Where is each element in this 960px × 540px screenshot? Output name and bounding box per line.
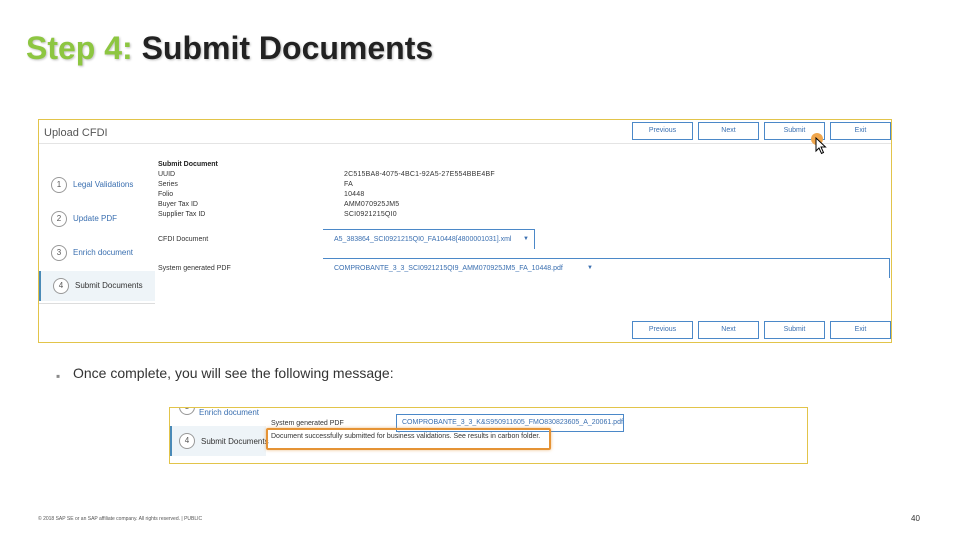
step-number: 1 (51, 177, 67, 193)
buyer-tax-id-label: Buyer Tax ID (158, 201, 198, 208)
success-message: Document successfully submitted for busi… (271, 433, 541, 440)
exit-button-bottom[interactable]: Exit (830, 321, 891, 339)
slide-title: Step 4: Submit Documents (26, 30, 433, 67)
previous-button[interactable]: Previous (632, 122, 693, 140)
exit-button[interactable]: Exit (830, 122, 891, 140)
cfdi-document-field[interactable]: A5_383864_SCI0921215QI0_FA10448[48000010… (323, 229, 535, 249)
cfdi-document-label: CFDI Document (158, 236, 209, 243)
step-number: 3 (51, 245, 67, 261)
step-label: Submit Documents (201, 437, 269, 446)
step-number: 4 (53, 278, 69, 294)
system-pdf-field[interactable]: COMPROBANTE_3_3_SCI0921215QI9_AMM070925J… (323, 258, 890, 278)
app-title: Upload CFDI (44, 127, 108, 139)
next-button-bottom[interactable]: Next (698, 321, 759, 339)
dropdown-icon[interactable]: ▼ (587, 265, 593, 271)
section-header: Submit Document (158, 161, 218, 168)
success-message-screenshot: 3 Enrich document 4 Submit Documents Sys… (169, 407, 808, 464)
step-number: 2 (51, 211, 67, 227)
system-pdf-link[interactable]: COMPROBANTE_3_3_SCI0921215QI9_AMM070925J… (334, 265, 563, 272)
step-legal-validations[interactable]: 1 Legal Validations (39, 170, 155, 200)
title-step: Step 4: (26, 30, 133, 66)
mouse-pointer-icon (815, 137, 827, 155)
folio-label: Folio (158, 191, 174, 198)
upload-cfdi-screenshot: Upload CFDI Previous Next Submit Exit 1 … (38, 119, 892, 343)
step-number: 3 (179, 408, 195, 415)
series-label: Series (158, 181, 178, 188)
previous-button-bottom[interactable]: Previous (632, 321, 693, 339)
title-text: Submit Documents (141, 30, 434, 66)
uuid-value: 2C515BA8-4075-4BC1-92A5-27E554BBE4BF (344, 171, 495, 178)
step-label: Enrich document (73, 248, 134, 257)
dropdown-icon[interactable]: ▼ (523, 236, 529, 242)
copyright-footer: © 2018 SAP SE or an SAP affiliate compan… (38, 516, 203, 522)
step-submit-documents[interactable]: 4 Submit Documents (170, 426, 269, 456)
system-pdf-link[interactable]: COMPROBANTE_3_3_K&S950911605_FMO83082360… (402, 419, 623, 426)
step-enrich-document[interactable]: 3 Enrich document (39, 238, 155, 268)
divider (39, 303, 155, 304)
step-update-pdf[interactable]: 2 Update PDF (39, 204, 155, 234)
step-label: Submit Documents (75, 281, 143, 290)
submit-button-bottom[interactable]: Submit (764, 321, 825, 339)
bullet-icon: ▪ (56, 369, 61, 383)
series-value: FA (344, 181, 353, 188)
step-label: Legal Validations (73, 180, 134, 189)
supplier-tax-id-label: Supplier Tax ID (158, 211, 206, 218)
supplier-tax-id-value: SCI0921215QI0 (344, 211, 397, 218)
page-number: 40 (911, 514, 920, 523)
system-pdf-label: System generated PDF (271, 420, 344, 427)
step-submit-documents[interactable]: 4 Submit Documents (39, 271, 155, 301)
step-label: Update PDF (73, 214, 118, 223)
system-pdf-label: System generated PDF (158, 265, 231, 272)
cfdi-document-link[interactable]: A5_383864_SCI0921215QI0_FA10448[48000010… (334, 236, 511, 243)
next-button[interactable]: Next (698, 122, 759, 140)
buyer-tax-id-value: AMM070925JM5 (344, 201, 400, 208)
step-label: Enrich document (199, 408, 260, 417)
bullet-text: Once complete, you will see the followin… (73, 365, 394, 381)
uuid-label: UUID (158, 171, 176, 178)
folio-value: 10448 (344, 191, 365, 198)
step-number: 4 (179, 433, 195, 449)
